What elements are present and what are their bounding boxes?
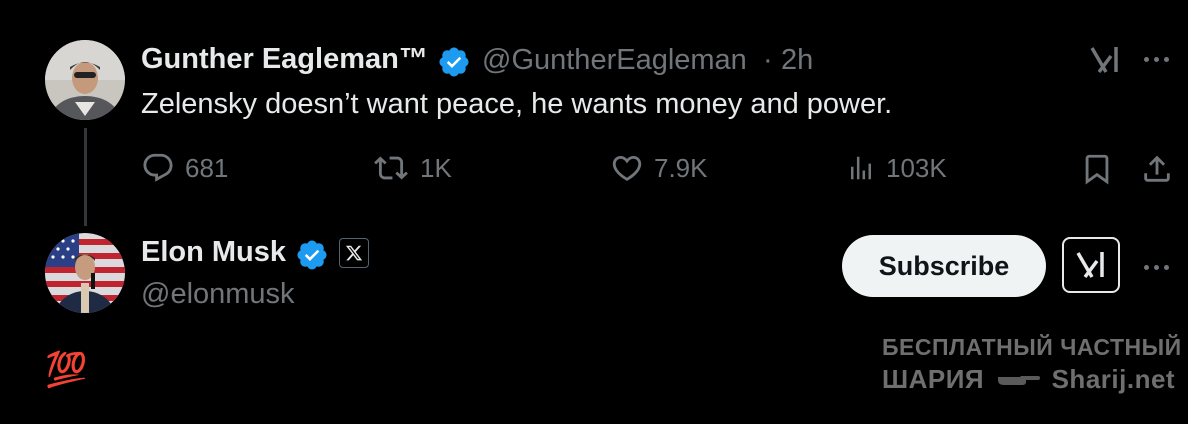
watermark-site: Sharij.net xyxy=(1051,364,1176,394)
reply-icon xyxy=(143,153,173,182)
verified-badge-icon xyxy=(437,45,471,84)
more-options-icon[interactable] xyxy=(1144,57,1169,62)
grok-icon xyxy=(1076,252,1104,279)
reply-button[interactable]: 681 xyxy=(141,151,228,185)
verified-badge-icon xyxy=(295,238,329,277)
x-affiliate-badge-icon[interactable] xyxy=(339,238,369,268)
avatar-elon[interactable] xyxy=(45,233,125,313)
bookmark-icon[interactable] xyxy=(1080,151,1114,192)
watermark-line-2: ШАРИЯ Sharij.net xyxy=(882,364,1175,397)
reply-text-emoji: 💯 xyxy=(45,351,88,389)
heart-icon xyxy=(612,155,642,181)
watermark-line-1: БЕСПЛАТНЫЙ ЧАСТНЫЙ xyxy=(882,334,1182,360)
like-count: 7.9K xyxy=(654,152,708,183)
post-author-name[interactable]: Gunther Eagleman™ xyxy=(141,43,428,76)
repost-icon xyxy=(374,156,408,180)
subscribe-button[interactable]: Subscribe xyxy=(842,235,1046,297)
watermark-prefix: ШАРИЯ xyxy=(882,364,985,394)
views-button[interactable]: 103K xyxy=(846,151,947,185)
reply-author-name[interactable]: Elon Musk xyxy=(141,236,286,269)
grok-button[interactable] xyxy=(1062,237,1120,293)
views-count: 103K xyxy=(886,152,947,183)
grok-icon[interactable] xyxy=(1089,45,1121,80)
share-icon[interactable] xyxy=(1140,151,1174,192)
reply-author-handle[interactable]: @elonmusk xyxy=(141,278,295,311)
like-button[interactable]: 7.9K xyxy=(610,151,708,185)
thread-connector-line xyxy=(84,128,87,226)
post-text: Zelensky doesn’t want peace, he wants mo… xyxy=(141,88,893,120)
post-author-handle[interactable]: @GuntherEagleman xyxy=(482,44,747,77)
views-icon xyxy=(851,156,871,180)
repost-count: 1K xyxy=(420,152,452,183)
reply-count: 681 xyxy=(185,152,229,183)
more-options-icon[interactable] xyxy=(1144,265,1169,270)
avatar-gunther[interactable] xyxy=(45,40,125,120)
repost-button[interactable]: 1K xyxy=(372,151,452,185)
pointing-hand-icon xyxy=(996,366,1040,397)
post-timestamp[interactable]: 2h xyxy=(781,44,813,77)
post-meta-separator: · xyxy=(763,44,773,76)
